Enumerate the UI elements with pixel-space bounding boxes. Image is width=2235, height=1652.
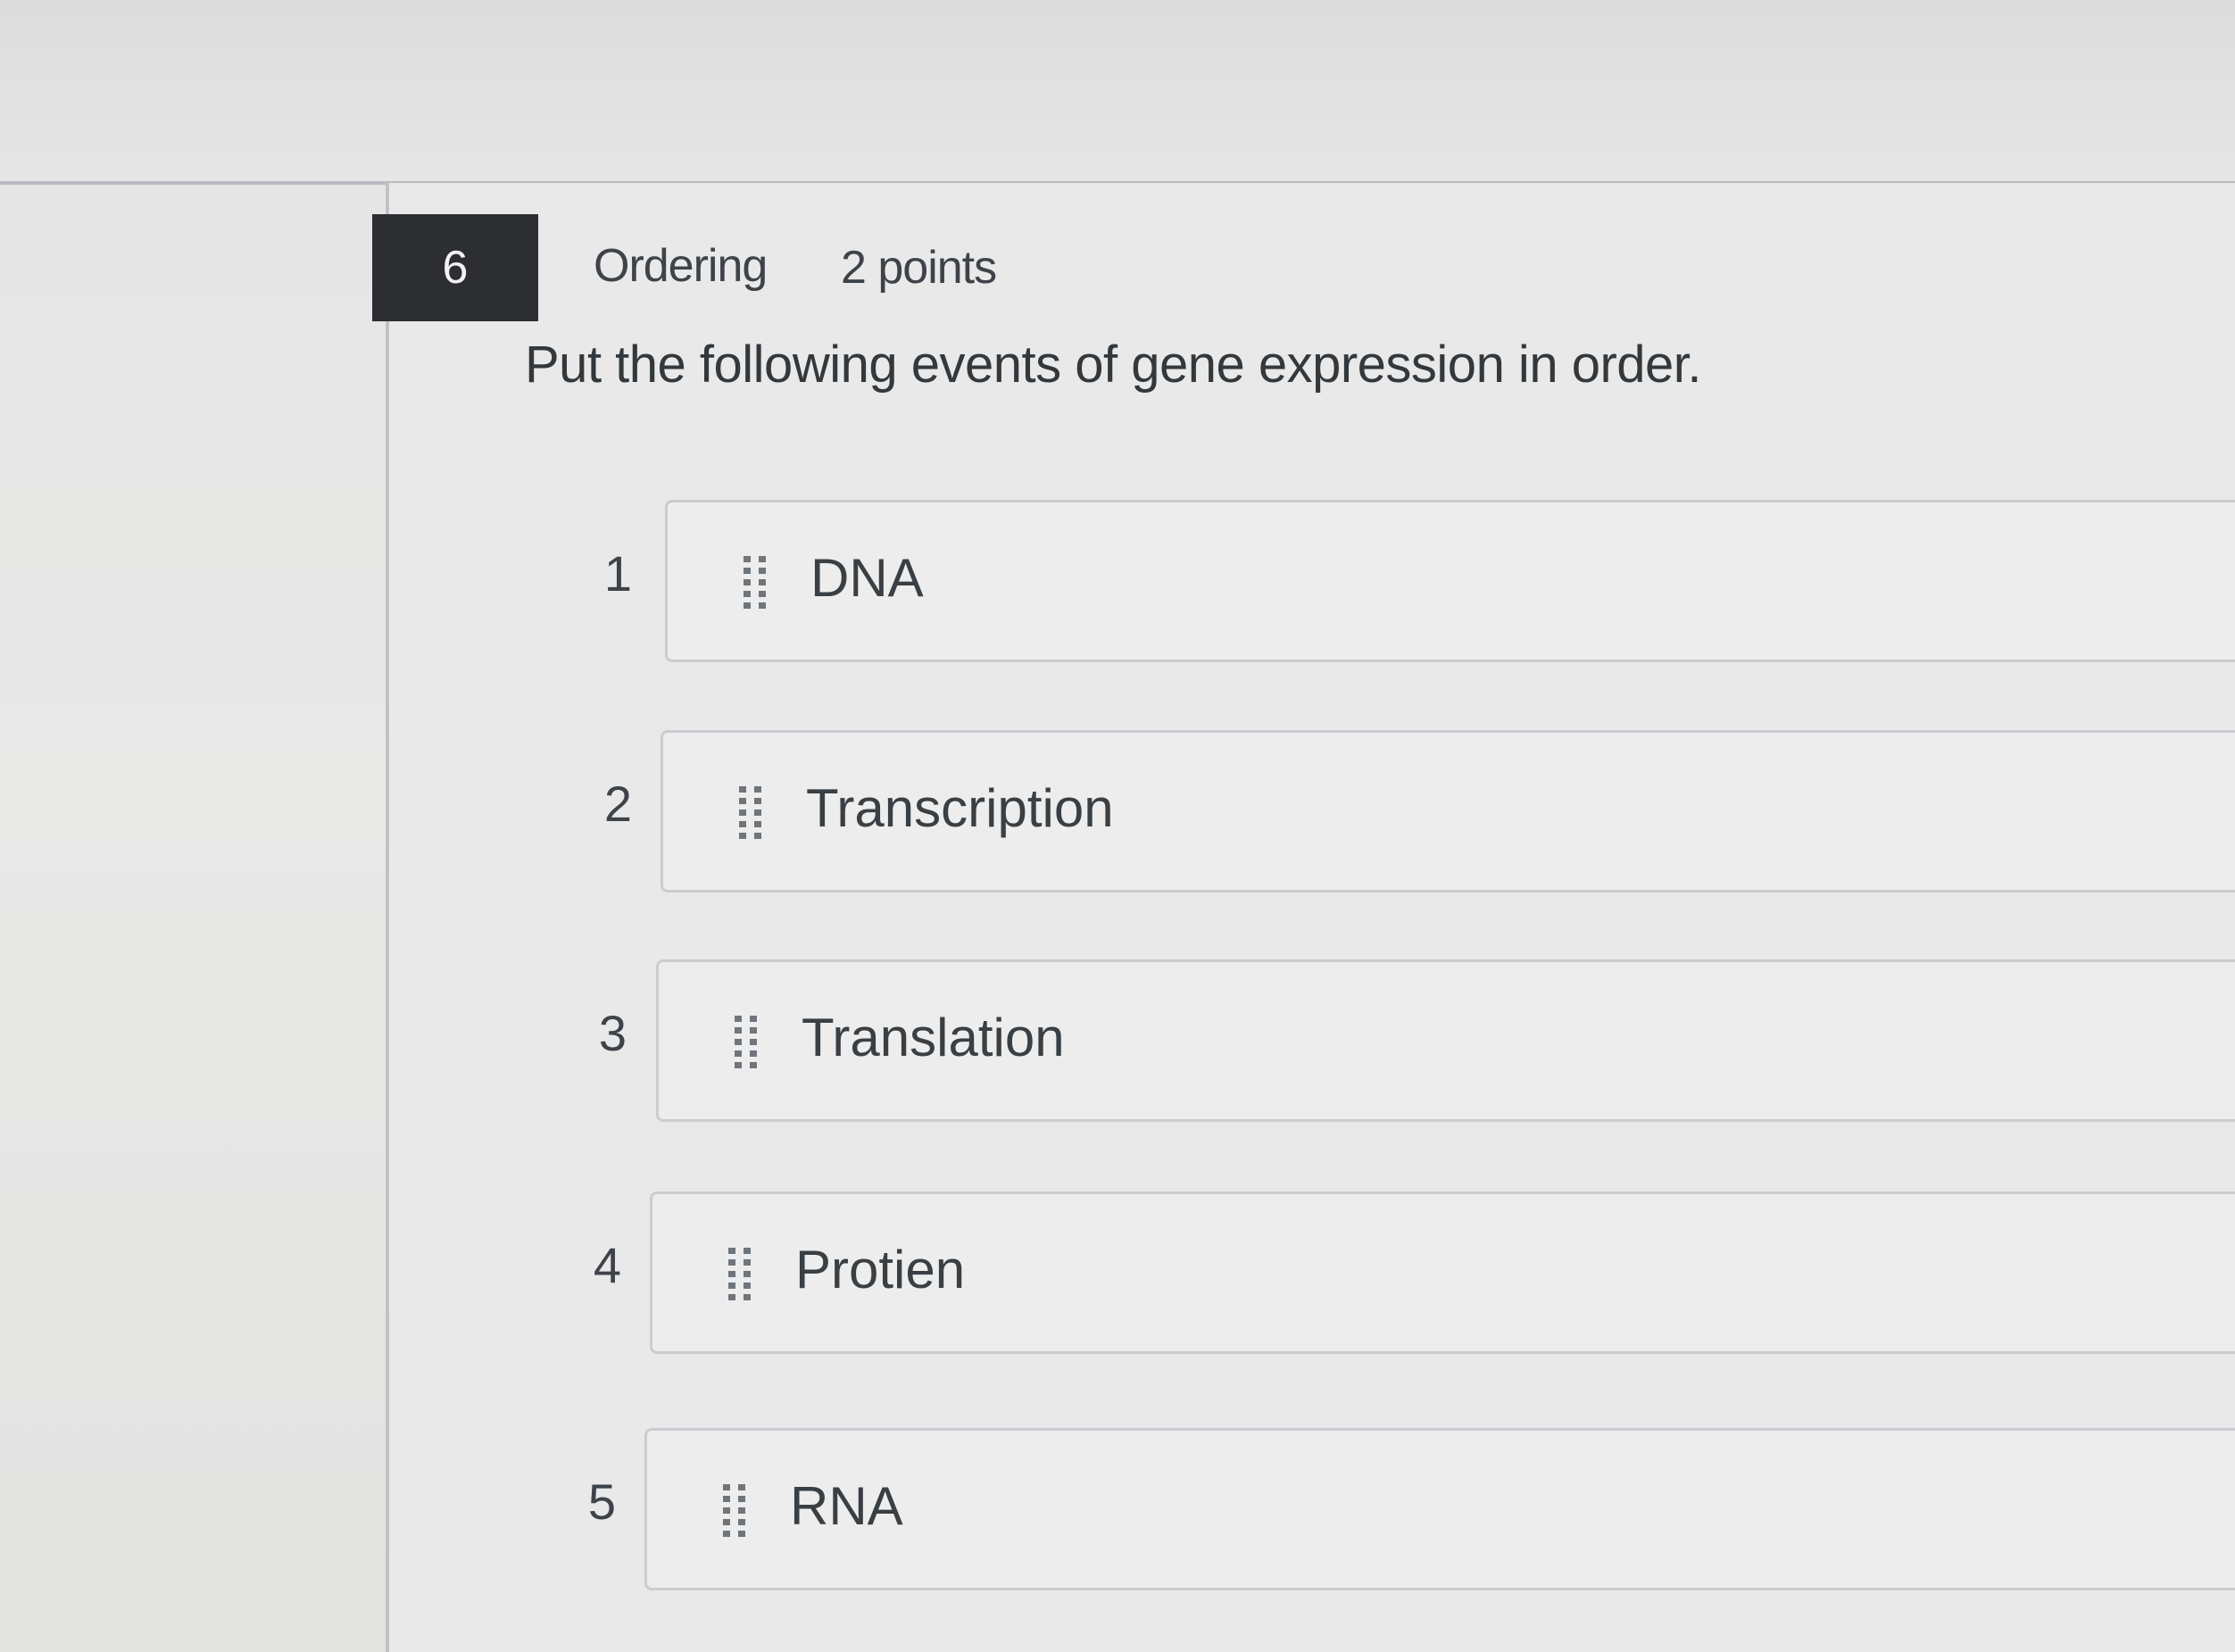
question-number-badge: 6 [372,214,538,321]
quiz-page: 6 Ordering 2 points Put the following ev… [0,0,2235,1652]
question-points-label: 2 points [841,242,997,294]
drag-handle-icon[interactable] [720,1482,751,1540]
ordering-item-label: Protien [795,1240,966,1299]
row-position-number: 2 [603,776,632,832]
row-position-number: 5 [587,1474,616,1530]
ordering-item-rna[interactable]: RNA [644,1428,2235,1590]
ordering-item-translation[interactable]: Translation [656,959,2235,1122]
ordering-item-label: RNA [790,1476,903,1536]
ordering-row-3: 3 Translation [536,959,2235,1122]
ordering-item-label: Translation [802,1008,1065,1067]
ordering-row-4: 4 Protien [536,1191,2235,1354]
ordering-row-2: 2 Transcription [536,730,2235,892]
row-position-number: 3 [598,1005,627,1061]
ordering-item-protien[interactable]: Protien [650,1191,2235,1354]
drag-handle-icon[interactable] [732,1014,762,1071]
question-type-label: Ordering [594,240,768,292]
ordering-item-label: DNA [810,548,924,608]
ordering-item-label: Transcription [806,778,1114,838]
question-prompt: Put the following events of gene express… [525,336,1702,394]
row-position-number: 1 [603,545,632,602]
drag-handle-icon[interactable] [741,554,771,611]
ordering-item-dna[interactable]: DNA [665,500,2235,662]
ordering-row-1: 1 DNA [536,500,2235,662]
ordering-item-transcription[interactable]: Transcription [661,730,2235,892]
ordering-row-5: 5 RNA [536,1428,2235,1590]
drag-handle-icon[interactable] [736,784,767,842]
drag-handle-icon[interactable] [726,1246,756,1303]
row-position-number: 4 [593,1237,621,1293]
